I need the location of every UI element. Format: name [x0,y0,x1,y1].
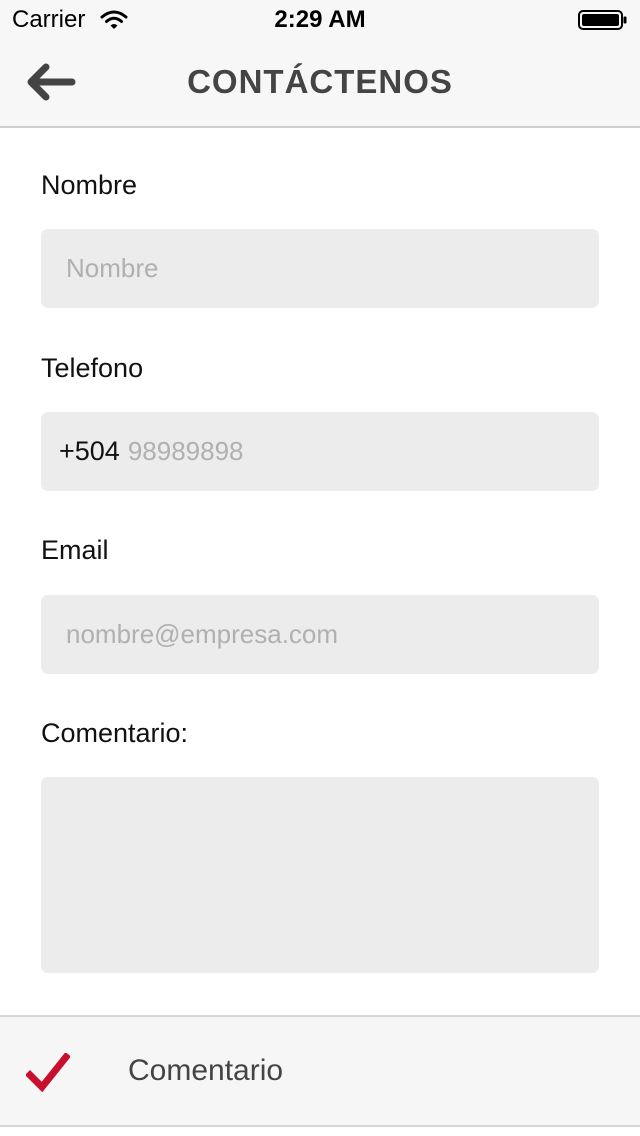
phone-prefix: +504 [59,436,120,466]
checkmark-icon [26,1053,70,1093]
submit-comment-button[interactable]: Comentario [0,1015,640,1127]
name-label: Nombre [41,170,138,200]
page-title: CONTÁCTENOS [187,63,453,100]
status-bar: Carrier 2:29 AM [0,0,640,40]
header: Carrier 2:29 AM CONTÁCTENOS [0,0,640,128]
phone-field[interactable]: +504 [41,412,599,491]
email-field[interactable] [41,595,599,674]
email-label: Email [41,535,109,565]
phone-input[interactable] [127,421,581,482]
battery-icon [578,10,628,30]
navigation-bar: CONTÁCTENOS [0,40,640,126]
comment-label: Comentario: [41,718,189,748]
comment-field[interactable] [41,777,599,973]
contact-screen: Carrier 2:29 AM CONTÁCTENOS Nombre Nombr… [0,0,640,1136]
phone-label: Telefono [41,353,144,383]
name-field[interactable] [41,229,599,308]
submit-label: Comentario [128,1054,284,1087]
clock: 2:29 AM [274,6,366,33]
